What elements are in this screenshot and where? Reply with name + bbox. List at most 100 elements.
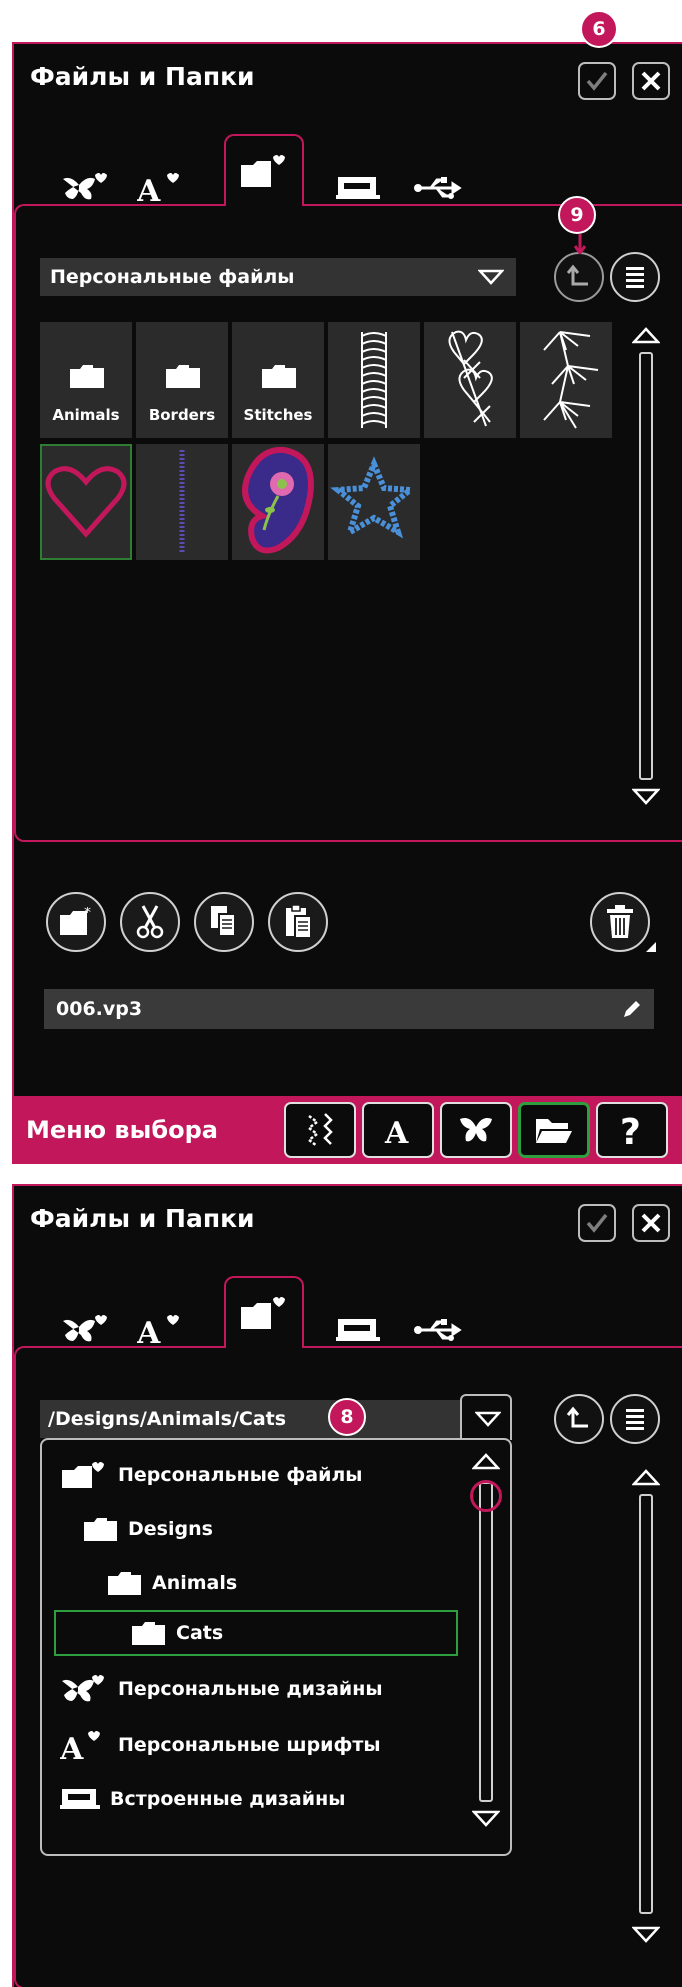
file-manager-panel: Файлы и Папки 6 A Персональные файлы 9 A…: [12, 10, 682, 1164]
usb-icon: [414, 1319, 462, 1341]
folder-label: Borders: [148, 406, 216, 424]
trash-icon: [607, 905, 633, 938]
folder-icon: [132, 1622, 165, 1645]
hearts-stitch-design: [448, 330, 493, 427]
butterfly-icon: [460, 1118, 492, 1142]
floral-stitch-thumbnail[interactable]: [520, 322, 612, 438]
svg-text:A: A: [137, 174, 161, 205]
font-heart-icon: A: [60, 1731, 100, 1761]
hearts-stitch-thumbnail[interactable]: [424, 322, 516, 438]
scroll-up-icon[interactable]: [632, 326, 660, 344]
tree-item-label: Персональные шрифты: [118, 1734, 381, 1756]
tab-personal-files[interactable]: [224, 1276, 304, 1348]
callout-marker: 9: [558, 196, 596, 234]
tree-item-label: Персональные дизайны: [118, 1678, 383, 1700]
close-icon: [641, 71, 661, 91]
copy-button[interactable]: [194, 892, 254, 952]
selection-menu-bar: Меню выбора A ?: [12, 1096, 682, 1164]
up-level-button[interactable]: [554, 1394, 604, 1444]
location-dropdown[interactable]: Персональные файлы: [40, 258, 516, 296]
machine-icon: [336, 177, 380, 199]
filename-field[interactable]: 006.vp3: [44, 989, 654, 1029]
new-folder-button[interactable]: *: [46, 892, 106, 952]
tree-item-animals[interactable]: Animals: [106, 1560, 237, 1606]
tree-item-cats[interactable]: Cats: [54, 1610, 458, 1656]
scroll-thumb-highlight[interactable]: [470, 1480, 502, 1512]
line-stitch-design: [179, 450, 185, 554]
folder-heart-icon: [241, 155, 285, 187]
list-view-button[interactable]: [610, 252, 660, 302]
tree-scroll-down-icon[interactable]: [472, 1810, 500, 1828]
confirm-button[interactable]: [578, 1204, 616, 1242]
list-view-button[interactable]: [610, 1394, 660, 1444]
scroll-down-icon[interactable]: [632, 788, 660, 806]
path-value: /Designs/Animals/Cats: [48, 1408, 287, 1430]
callout-marker: 6: [580, 10, 618, 48]
folder-heart-icon: [62, 1462, 104, 1488]
svg-text:A: A: [384, 1116, 409, 1145]
tree-item-label: Cats: [176, 1622, 224, 1644]
up-level-button[interactable]: [554, 252, 604, 302]
path-field[interactable]: /Designs/Animals/Cats: [40, 1400, 470, 1438]
paisley-design: [242, 446, 314, 554]
paste-icon: [286, 904, 312, 939]
close-icon: [641, 1213, 661, 1233]
folder-item[interactable]: Stitches: [232, 322, 324, 438]
close-button[interactable]: [632, 62, 670, 100]
designs-menu-button[interactable]: [440, 1102, 512, 1158]
pencil-icon[interactable]: [622, 999, 642, 1019]
scrollbar-track[interactable]: [639, 352, 653, 780]
tree-item-label: Встроенные дизайны: [110, 1788, 346, 1810]
stitch-icon: [306, 1113, 333, 1147]
folder-label: Animals: [52, 406, 120, 424]
folder-item[interactable]: Borders: [136, 322, 228, 438]
paste-button[interactable]: [268, 892, 328, 952]
help-button[interactable]: ?: [596, 1102, 668, 1158]
butterfly-heart-icon: [63, 1315, 107, 1342]
star-design-thumbnail[interactable]: [328, 444, 420, 560]
tree-item-label: Animals: [152, 1572, 238, 1594]
fonts-menu-button[interactable]: A: [362, 1102, 434, 1158]
folder-icon: [262, 365, 296, 388]
tree-item-personal-fonts[interactable]: A Персональные шрифты: [60, 1722, 381, 1768]
panel-title: Файлы и Папки: [30, 62, 255, 91]
help-icon: ?: [620, 1112, 641, 1148]
tree-item-label: Designs: [128, 1518, 213, 1540]
heart-design-thumbnail[interactable]: [40, 444, 132, 560]
panel-title: Файлы и Папки: [30, 1204, 255, 1233]
selection-menu-label: Меню выбора: [26, 1116, 218, 1144]
file-manager-menu-button[interactable]: [518, 1102, 590, 1158]
delete-button[interactable]: [590, 892, 650, 952]
confirm-button[interactable]: [578, 62, 616, 100]
scrollbar-track[interactable]: [639, 1494, 653, 1914]
paisley-design-thumbnail[interactable]: [232, 444, 324, 560]
line-stitch-thumbnail[interactable]: [136, 444, 228, 560]
scroll-down-icon[interactable]: [632, 1926, 660, 1944]
tree-item-personal-designs[interactable]: Персональные дизайны: [60, 1666, 383, 1712]
scroll-up-icon[interactable]: [632, 1468, 660, 1486]
border-stitch-thumbnail[interactable]: [328, 322, 420, 438]
folder-tree: Персональные файлы Designs Animals Cats …: [40, 1438, 512, 1856]
close-button[interactable]: [632, 1204, 670, 1242]
border-stitch-design: [361, 332, 387, 428]
tree-dropdown-toggle[interactable]: [460, 1394, 512, 1440]
filename-value: 006.vp3: [56, 998, 143, 1020]
svg-text:*: *: [84, 907, 91, 921]
tab-personal-files[interactable]: [224, 134, 304, 206]
stitches-menu-button[interactable]: [284, 1102, 356, 1158]
tree-item-personal-files[interactable]: Персональные файлы: [60, 1452, 362, 1498]
callout-arrow-icon: [574, 234, 586, 254]
cut-button[interactable]: [120, 892, 180, 952]
open-folder-icon: [536, 1119, 572, 1143]
chevron-down-icon: [475, 1411, 501, 1427]
chevron-down-icon: [478, 269, 504, 285]
tree-scrollbar-track[interactable]: [479, 1482, 493, 1802]
list-icon: [626, 267, 644, 288]
tree-item-builtin-designs[interactable]: Встроенные дизайны: [60, 1776, 345, 1822]
up-arrow-icon: [566, 264, 588, 286]
font-heart-icon: A: [137, 173, 179, 205]
tree-scroll-up-icon[interactable]: [472, 1452, 500, 1470]
tree-item-designs[interactable]: Designs: [82, 1506, 213, 1552]
folder-item[interactable]: Animals: [40, 322, 132, 438]
heart-design: [45, 466, 127, 538]
